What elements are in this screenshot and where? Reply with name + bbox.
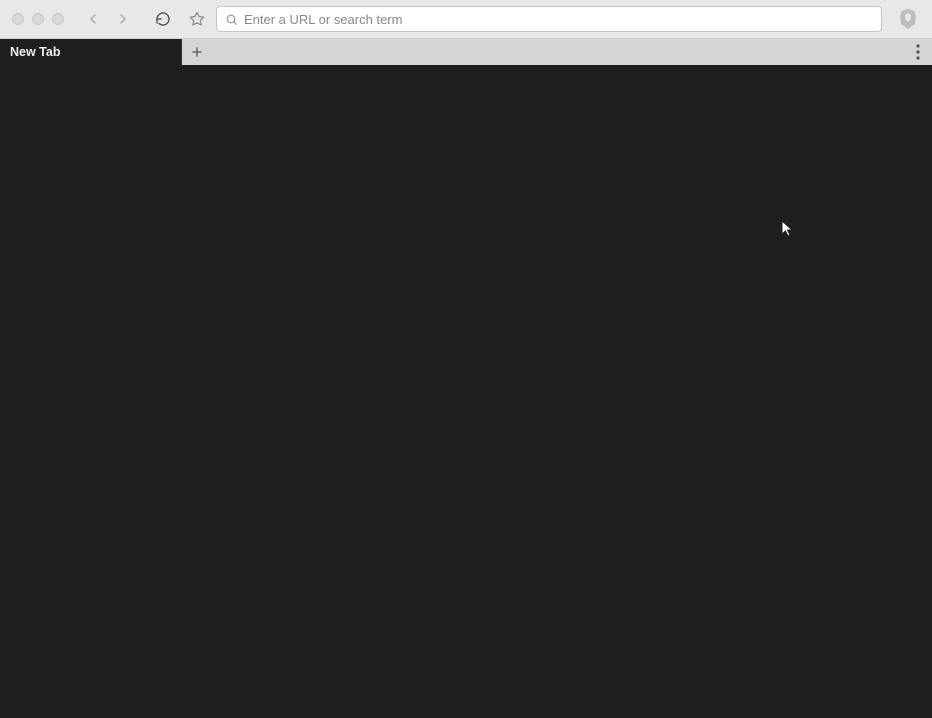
lion-shield-icon [898, 8, 918, 30]
page-content [0, 65, 932, 718]
bookmark-button[interactable] [186, 8, 208, 30]
tab-strip: New Tab [0, 39, 932, 65]
tab-label: New Tab [10, 45, 60, 59]
new-tab-button[interactable] [182, 39, 212, 65]
brave-logo[interactable] [896, 7, 920, 31]
browser-toolbar [0, 0, 932, 39]
star-icon [189, 11, 205, 27]
reload-icon [155, 11, 171, 27]
reload-button[interactable] [150, 6, 176, 32]
window-controls [12, 13, 64, 25]
forward-button[interactable] [110, 6, 136, 32]
close-window-button[interactable] [12, 13, 24, 25]
address-input[interactable] [244, 12, 873, 27]
navigation-buttons [80, 6, 136, 32]
mouse-cursor-icon [781, 220, 795, 238]
back-button[interactable] [80, 6, 106, 32]
tab-active[interactable]: New Tab [0, 39, 182, 65]
plus-icon [190, 45, 204, 59]
tab-menu-button[interactable] [904, 39, 932, 65]
maximize-window-button[interactable] [52, 13, 64, 25]
chevron-left-icon [85, 11, 101, 27]
minimize-window-button[interactable] [32, 13, 44, 25]
search-icon [225, 13, 238, 26]
kebab-menu-icon [916, 44, 920, 60]
chevron-right-icon [115, 11, 131, 27]
address-bar[interactable] [216, 6, 882, 32]
